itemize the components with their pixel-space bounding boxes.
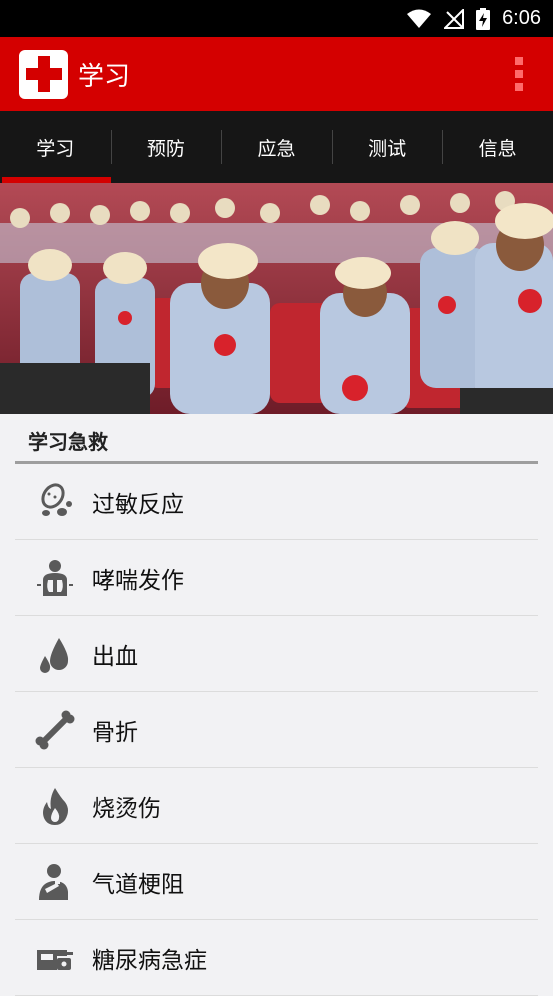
list-item-choking[interactable]: 气道梗阻 <box>15 844 538 920</box>
red-cross-logo-icon[interactable] <box>19 49 68 99</box>
list-item-asthma[interactable]: 哮喘发作 <box>15 540 538 616</box>
glucose-meter-icon <box>35 938 75 978</box>
app-bar: 学习 <box>0 37 553 111</box>
first-aid-topic-list: 过敏反应 哮喘发作 出血 骨折 烧烫伤 气道梗阻 糖尿病急症 <box>15 464 538 996</box>
tab-emergency[interactable]: 应急 <box>221 111 332 183</box>
tab-prevent[interactable]: 预防 <box>110 111 222 183</box>
list-item-bleeding[interactable]: 出血 <box>15 616 538 692</box>
flame-icon <box>35 786 75 826</box>
bone-icon <box>35 710 75 750</box>
page-title: 学习 <box>78 61 131 92</box>
list-item-diabetes[interactable]: 糖尿病急症 <box>15 920 538 996</box>
peanut-icon <box>35 482 75 522</box>
status-bar: 6:06 <box>0 0 553 37</box>
tab-test[interactable]: 测试 <box>331 111 443 183</box>
banner-image <box>0 183 553 414</box>
tab-bar: 学习 预防 应急 测试 信息 <box>0 111 553 183</box>
overflow-menu-icon[interactable] <box>511 57 527 91</box>
list-item-label: 气道梗阻 <box>92 871 184 898</box>
no-signal-icon <box>444 8 465 29</box>
list-item-label: 过敏反应 <box>92 491 184 518</box>
blood-drop-icon <box>35 634 75 674</box>
lungs-icon <box>35 558 75 598</box>
tab-learn[interactable]: 学习 <box>0 111 111 183</box>
list-item-fracture[interactable]: 骨折 <box>15 692 538 768</box>
list-item-label: 烧烫伤 <box>92 795 161 822</box>
section-title: 学习急救 <box>28 430 108 454</box>
list-item-label: 哮喘发作 <box>92 567 184 594</box>
list-item-label: 糖尿病急症 <box>92 947 207 974</box>
tab-info[interactable]: 信息 <box>442 111 553 183</box>
battery-charging-icon <box>476 7 491 30</box>
list-item-allergy[interactable]: 过敏反应 <box>15 464 538 540</box>
wifi-icon <box>407 9 432 28</box>
list-item-burns[interactable]: 烧烫伤 <box>15 768 538 844</box>
list-item-label: 骨折 <box>92 719 138 746</box>
choking-icon <box>35 862 75 902</box>
list-item-label: 出血 <box>92 643 138 670</box>
clock: 6:06 <box>502 7 541 29</box>
